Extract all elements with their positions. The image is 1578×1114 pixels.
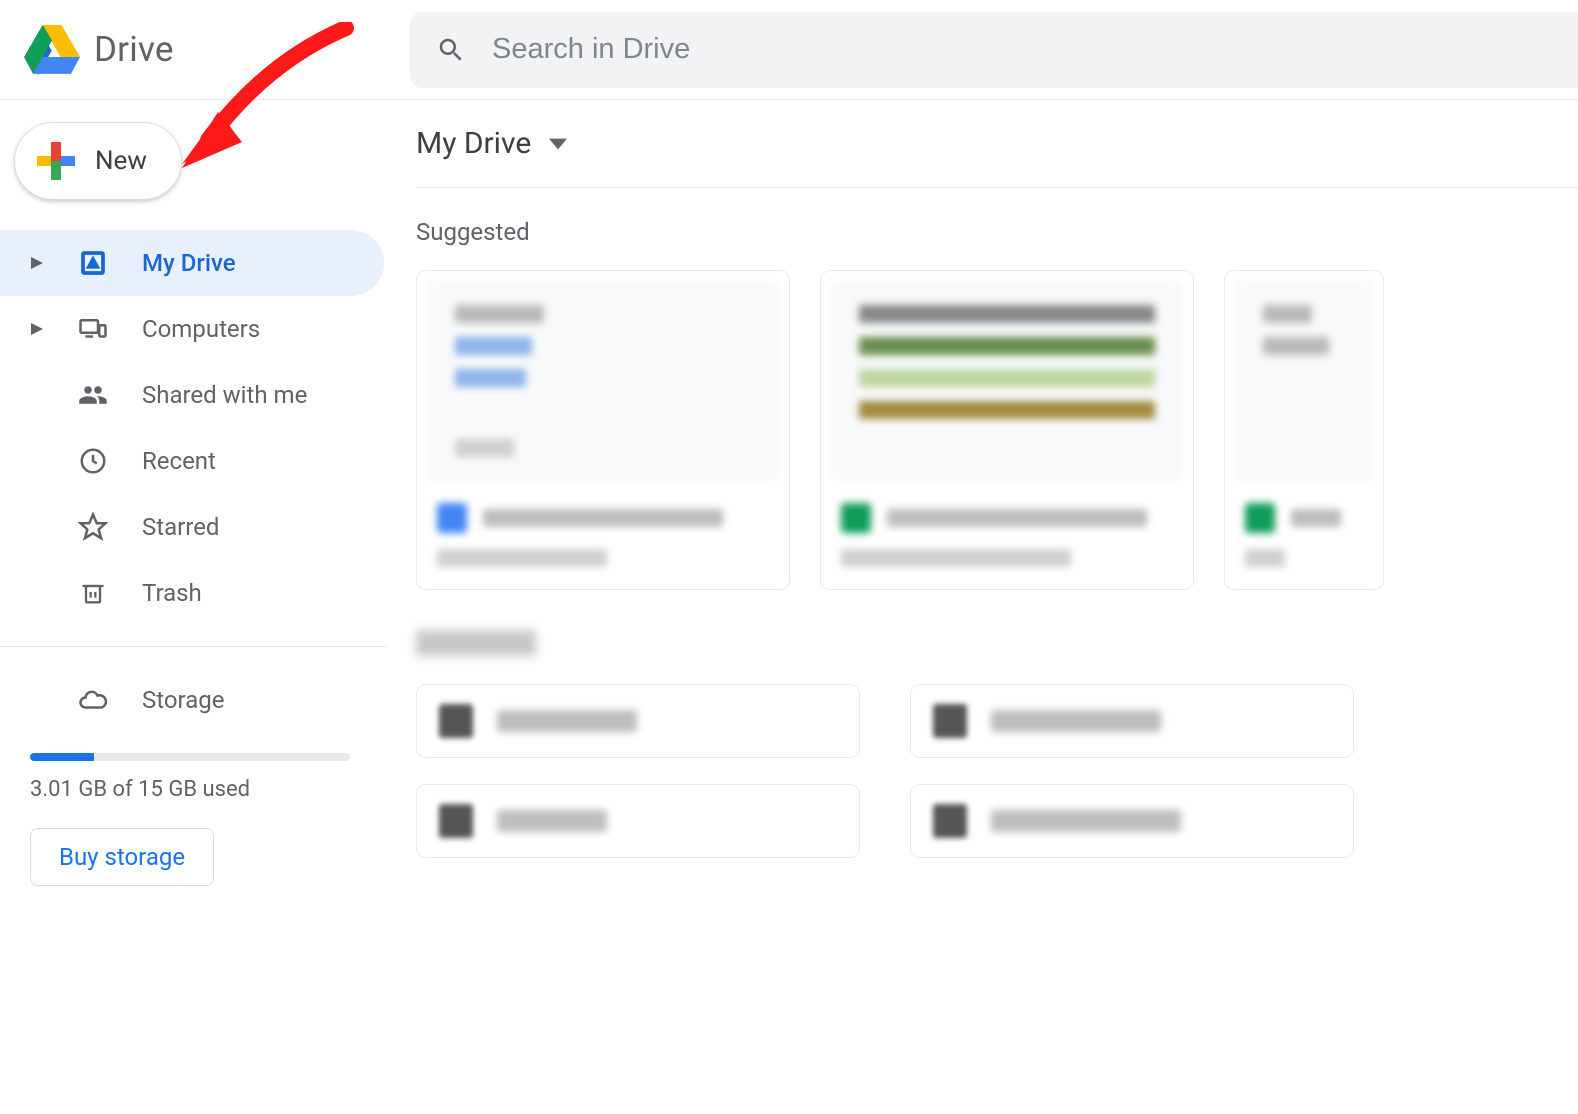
- header: Drive: [0, 0, 1578, 100]
- expand-icon[interactable]: [30, 257, 44, 269]
- app-name: Drive: [94, 29, 174, 70]
- cloud-icon: [78, 683, 108, 717]
- storage-bar-fill: [30, 753, 94, 761]
- suggested-cards: [416, 270, 1578, 590]
- sidebar-item-recent[interactable]: Recent: [0, 428, 384, 494]
- search-input[interactable]: [492, 33, 1552, 66]
- separator: [0, 646, 386, 647]
- sidebar-item-label: Starred: [142, 513, 219, 541]
- sidebar-item-label: Recent: [142, 447, 216, 475]
- computers-icon: [78, 313, 108, 345]
- sidebar-item-label: Computers: [142, 315, 260, 343]
- plus-icon: [37, 142, 75, 180]
- sidebar-item-my-drive[interactable]: My Drive: [0, 230, 384, 296]
- search-icon: [436, 35, 466, 65]
- trash-icon: [78, 579, 108, 607]
- sidebar-item-label: Trash: [142, 579, 202, 607]
- sidebar-item-starred[interactable]: Starred: [0, 494, 384, 560]
- main-content: My Drive Suggested: [386, 100, 1578, 1114]
- suggested-card[interactable]: [1224, 270, 1384, 590]
- suggested-card[interactable]: [820, 270, 1194, 590]
- folders-heading: [416, 630, 536, 656]
- folder-item[interactable]: [910, 784, 1354, 858]
- drive-logo-icon: [24, 25, 80, 75]
- sidebar-nav: My Drive Computers Shared with me Recent: [0, 230, 386, 886]
- buy-storage-button[interactable]: Buy storage: [30, 828, 214, 886]
- sidebar-item-label: Storage: [142, 686, 224, 714]
- folder-item[interactable]: [416, 684, 860, 758]
- people-icon: [78, 379, 108, 411]
- storage-usage-text: 3.01 GB of 15 GB used: [30, 777, 350, 802]
- caret-down-icon: [549, 135, 567, 153]
- sidebar-item-trash[interactable]: Trash: [0, 560, 384, 626]
- folder-item[interactable]: [910, 684, 1354, 758]
- sidebar-item-label: Shared with me: [142, 381, 307, 409]
- storage-block: 3.01 GB of 15 GB used Buy storage: [0, 753, 386, 886]
- new-button-label: New: [95, 146, 147, 176]
- drive-icon: [78, 248, 108, 278]
- sidebar-item-storage[interactable]: Storage: [0, 667, 384, 733]
- storage-bar: [30, 753, 350, 761]
- expand-icon[interactable]: [30, 323, 44, 335]
- path-label: My Drive: [416, 126, 531, 161]
- clock-icon: [78, 446, 108, 476]
- sidebar-item-label: My Drive: [142, 249, 236, 277]
- sidebar: New My Drive Computers: [0, 100, 386, 1114]
- folders-section: [416, 630, 1578, 858]
- sidebar-item-computers[interactable]: Computers: [0, 296, 384, 362]
- folder-item[interactable]: [416, 784, 860, 858]
- brand[interactable]: Drive: [0, 25, 410, 75]
- path-dropdown[interactable]: My Drive: [416, 126, 1578, 188]
- suggested-card[interactable]: [416, 270, 790, 590]
- sidebar-item-shared[interactable]: Shared with me: [0, 362, 384, 428]
- suggested-heading: Suggested: [416, 218, 1578, 246]
- search-bar[interactable]: [410, 12, 1578, 88]
- new-button[interactable]: New: [14, 122, 182, 200]
- star-icon: [78, 512, 108, 542]
